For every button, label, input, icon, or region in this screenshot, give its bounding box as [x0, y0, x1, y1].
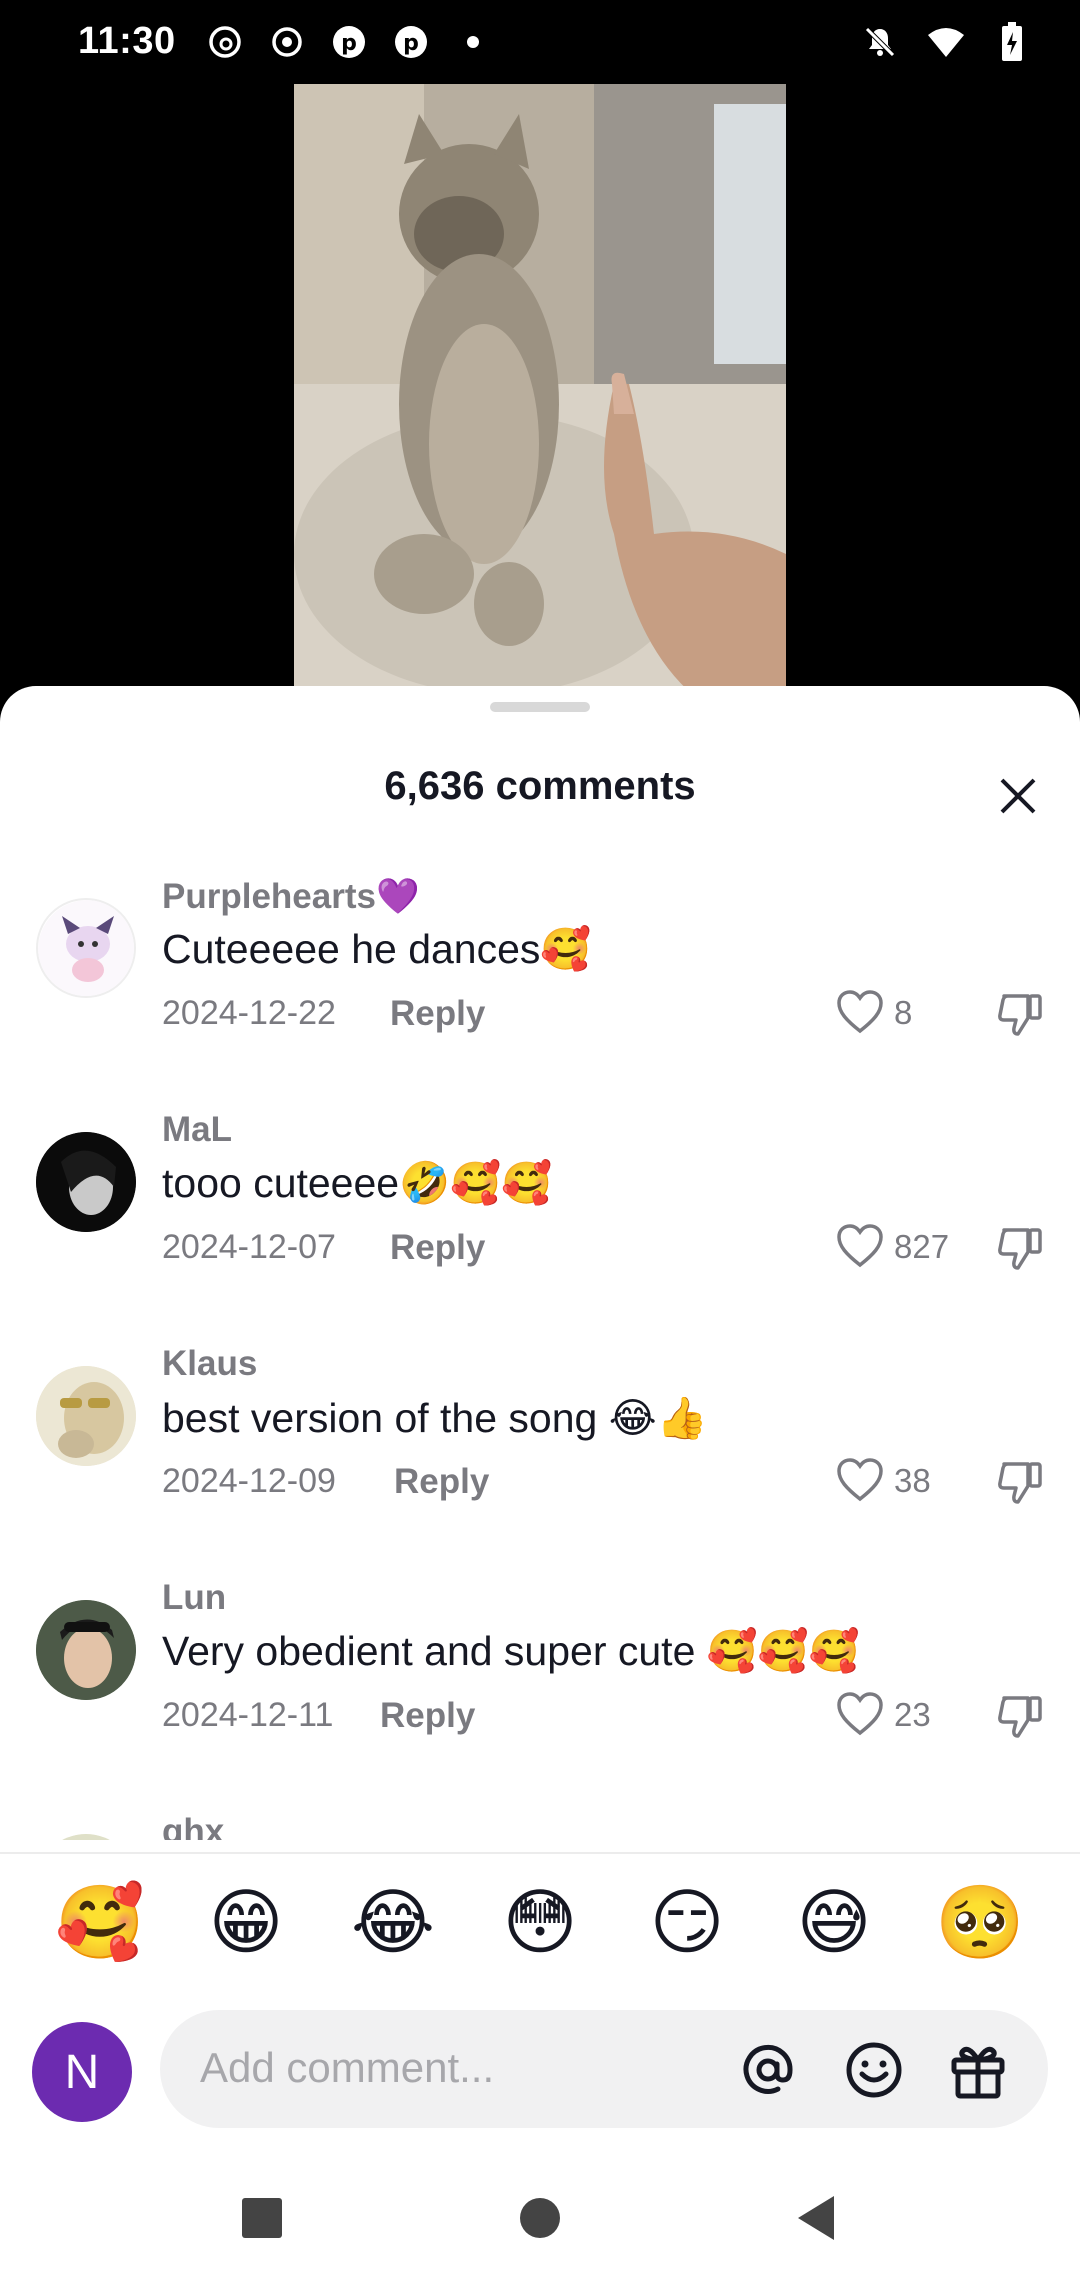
- thumbs-down-icon: [998, 1228, 1042, 1270]
- comment-item: Klaus best version of the song 😂👍 2024-1…: [0, 1344, 1080, 1578]
- like-button[interactable]: [834, 986, 886, 1038]
- heart-icon: [837, 1458, 883, 1502]
- comment-username[interactable]: Klaus: [162, 1344, 257, 1384]
- comment-item: ghx: [0, 1812, 1080, 1840]
- bell-off-icon: [860, 22, 900, 62]
- status-time: 11:30: [78, 20, 176, 62]
- recents-button[interactable]: [222, 2178, 302, 2258]
- svg-text:p: p: [403, 31, 419, 56]
- reply-button[interactable]: Reply: [390, 1228, 485, 1268]
- dislike-button[interactable]: [992, 1454, 1048, 1510]
- emoji-grin-button[interactable]: 😁: [196, 1872, 296, 1972]
- record-icon: [267, 22, 307, 62]
- sheet-drag-handle[interactable]: [490, 702, 590, 712]
- emoji-sweat-smile-button[interactable]: 😅: [784, 1872, 884, 1972]
- back-triangle-icon: [798, 2196, 834, 2240]
- emoji-icon[interactable]: [842, 2038, 906, 2102]
- comment-date: 2024-12-22: [162, 994, 336, 1032]
- comment-list[interactable]: Purplehearts💜 Cuteeeee he dances🥰 2024-1…: [0, 876, 1080, 1840]
- emoji-flushed-button[interactable]: 😳: [490, 1872, 590, 1972]
- back-button[interactable]: [776, 2178, 856, 2258]
- comment-text: tooo cuteeee🤣🥰🥰: [162, 1160, 553, 1206]
- quick-emoji-bar: 🥰 😁 😂 😳 😏 😅 🥺: [0, 1872, 1080, 1992]
- pinterest-icon: p: [329, 22, 369, 62]
- like-count: 8: [894, 994, 913, 1031]
- status-bar: 11:30 p p: [0, 0, 1080, 84]
- comment-username[interactable]: ghx: [162, 1812, 224, 1840]
- like-button[interactable]: [834, 1220, 886, 1272]
- mention-icon[interactable]: [736, 2038, 800, 2102]
- comments-count-title: 6,636 comments: [384, 764, 696, 808]
- dot-icon: [453, 22, 493, 62]
- avatar[interactable]: [36, 1600, 136, 1700]
- current-user-avatar[interactable]: N: [32, 2022, 132, 2122]
- heart-icon: [837, 1692, 883, 1736]
- close-icon: [1000, 778, 1036, 814]
- like-count: 23: [894, 1696, 931, 1733]
- comment-username[interactable]: Lun: [162, 1578, 226, 1618]
- avatar[interactable]: [36, 1132, 136, 1232]
- wifi-icon: [926, 22, 966, 62]
- thumbs-down-icon: [998, 1696, 1042, 1738]
- emoji-smirk-button[interactable]: 😏: [637, 1872, 737, 1972]
- comment-date: 2024-12-11: [162, 1696, 334, 1734]
- svg-text:p: p: [341, 31, 357, 56]
- pinterest-icon: p: [391, 22, 431, 62]
- like-button[interactable]: [834, 1688, 886, 1740]
- avatar[interactable]: [36, 1834, 136, 1840]
- comment-item: Lun Very obedient and super cute 🥰🥰🥰 202…: [0, 1578, 1080, 1812]
- comment-composer[interactable]: [160, 2010, 1048, 2128]
- circle-icon: [520, 2198, 560, 2238]
- home-button[interactable]: [500, 2178, 580, 2258]
- thumbs-down-icon: [998, 994, 1042, 1036]
- threads-icon: [205, 22, 245, 62]
- add-comment-input[interactable]: [200, 2038, 720, 2098]
- gift-icon[interactable]: [946, 2038, 1010, 2102]
- dislike-button[interactable]: [992, 1688, 1048, 1744]
- reply-button[interactable]: Reply: [390, 994, 485, 1034]
- cat-video-thumbnail[interactable]: [294, 84, 786, 696]
- like-count: 827: [894, 1228, 950, 1265]
- system-nav-bar: [0, 2152, 1080, 2280]
- avatar[interactable]: [36, 1366, 136, 1466]
- comment-date: 2024-12-07: [162, 1228, 336, 1266]
- divider: [0, 1852, 1080, 1854]
- emoji-pleading-button[interactable]: 🥺: [930, 1872, 1030, 1972]
- avatar[interactable]: [36, 898, 136, 998]
- comment-text: Cuteeeee he dances🥰: [162, 926, 592, 972]
- comment-item: MaL tooo cuteeee🤣🥰🥰 2024-12-07 Reply 827: [0, 1110, 1080, 1344]
- status-system-icons: [860, 22, 1032, 62]
- comment-username[interactable]: MaL: [162, 1110, 232, 1150]
- heart-icon: [837, 1224, 883, 1268]
- comment-date: 2024-12-09: [162, 1462, 336, 1500]
- like-count: 38: [894, 1462, 931, 1499]
- emoji-tears-of-joy-button[interactable]: 😂: [343, 1872, 443, 1972]
- like-button[interactable]: [834, 1454, 886, 1506]
- video-player[interactable]: [0, 84, 1080, 696]
- comments-sheet: 6,636 comments Purplehearts💜 Cuteeeee he…: [0, 686, 1080, 2280]
- comment-text: best version of the song 😂👍: [162, 1395, 708, 1441]
- comment-username[interactable]: Purplehearts💜: [162, 876, 420, 917]
- close-button[interactable]: [990, 768, 1046, 824]
- comment-item: Purplehearts💜 Cuteeeee he dances🥰 2024-1…: [0, 876, 1080, 1110]
- comment-text: Very obedient and super cute 🥰🥰🥰: [162, 1628, 860, 1674]
- dislike-button[interactable]: [992, 986, 1048, 1042]
- dislike-button[interactable]: [992, 1220, 1048, 1276]
- status-notification-icons: p p: [205, 22, 493, 62]
- battery-charging-icon: [992, 22, 1032, 62]
- reply-button[interactable]: Reply: [380, 1696, 475, 1736]
- heart-icon: [837, 990, 883, 1034]
- square-icon: [242, 2198, 282, 2238]
- reply-button[interactable]: Reply: [394, 1462, 489, 1502]
- thumbs-down-icon: [998, 1462, 1042, 1504]
- emoji-smiling-hearts-button[interactable]: 🥰: [50, 1872, 150, 1972]
